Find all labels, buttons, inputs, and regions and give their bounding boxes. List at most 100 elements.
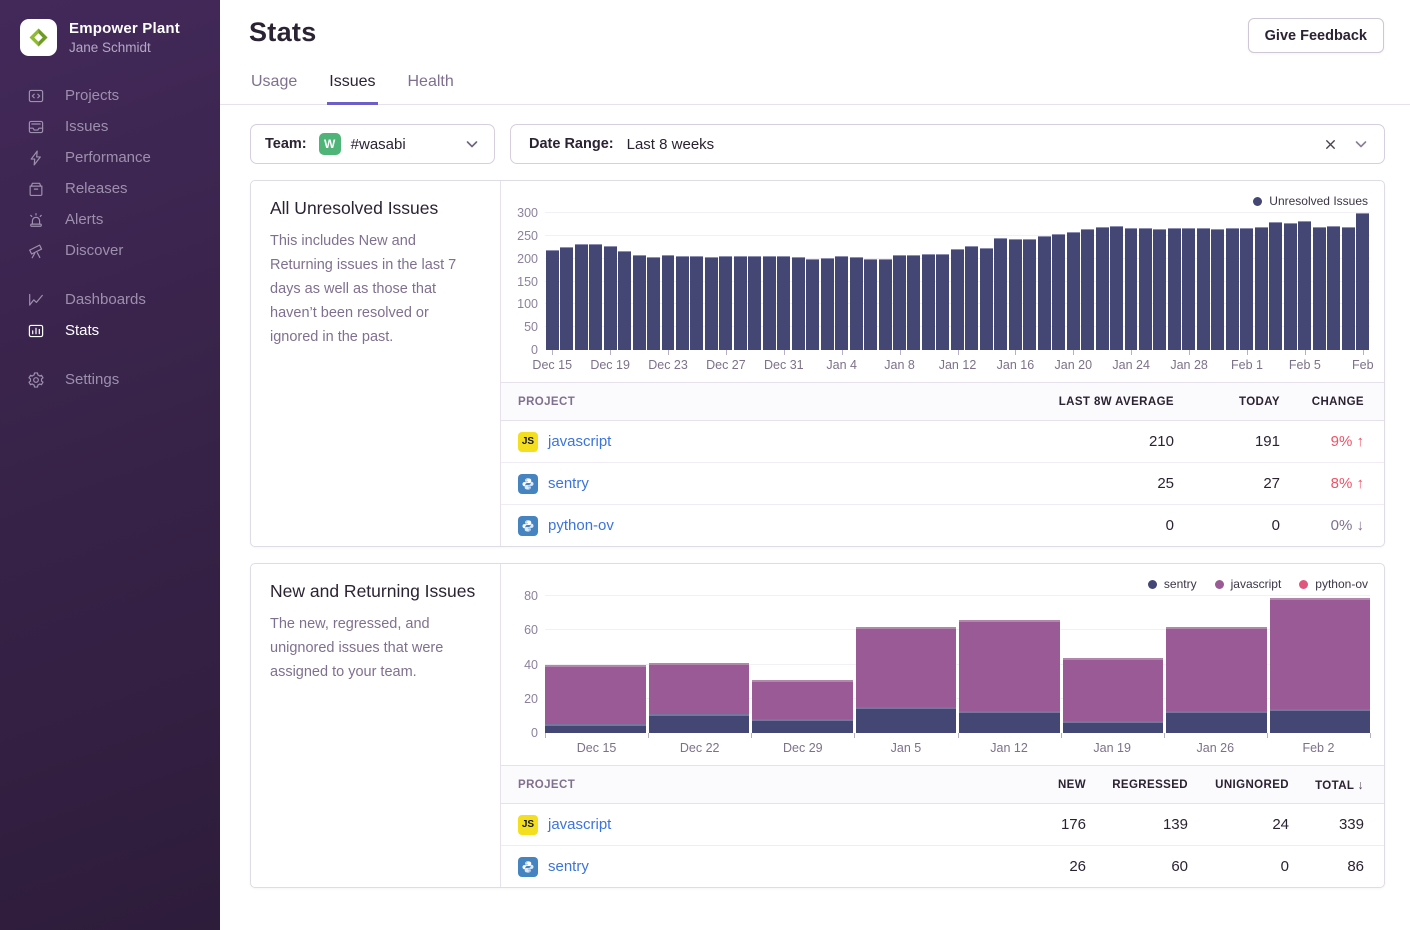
- bar: [1356, 213, 1369, 350]
- sidebar-item-dashboards[interactable]: Dashboards: [0, 284, 220, 315]
- bar: [1096, 227, 1109, 350]
- app-root: Empower Plant Jane Schmidt Projects Issue…: [0, 0, 1410, 930]
- project-link[interactable]: javascript: [548, 433, 611, 450]
- column-header-total[interactable]: TOTAL↓: [1289, 778, 1384, 792]
- sidebar-item-issues[interactable]: Issues: [0, 111, 220, 142]
- python-icon: [518, 857, 538, 877]
- legend-item-sentry[interactable]: sentry: [1148, 577, 1197, 591]
- segment-sentry: [856, 707, 957, 733]
- project-link[interactable]: python-ov: [548, 517, 614, 534]
- project-link[interactable]: javascript: [548, 816, 611, 833]
- panel-title: All Unresolved Issues: [270, 198, 481, 219]
- x-tick: [648, 733, 649, 738]
- x-tick: [842, 350, 843, 355]
- sidebar-item-label: Issues: [65, 118, 108, 135]
- team-avatar: W: [319, 133, 341, 155]
- sidebar-item-projects[interactable]: Projects: [0, 80, 220, 111]
- x-axis-label: Feb 5: [1289, 358, 1321, 372]
- sidebar-nav: ProjectsIssuesPerformanceReleasesAlertsD…: [0, 80, 220, 395]
- segment-sentry: [959, 711, 1060, 733]
- main: Stats Give Feedback UsageIssuesHealth Te…: [220, 0, 1410, 930]
- x-axis-label: Jan 16: [997, 358, 1035, 372]
- date-range-value: Last 8 weeks: [627, 136, 715, 153]
- x-axis-label: Jan 5: [891, 741, 922, 755]
- project-link[interactable]: sentry: [548, 475, 589, 492]
- settings-icon: [27, 371, 45, 389]
- segment-javascript: [959, 620, 1060, 711]
- bar: [1226, 228, 1239, 350]
- sidebar-item-stats[interactable]: Stats: [0, 315, 220, 346]
- y-axis: 050100150200250300: [509, 213, 545, 350]
- sidebar-item-alerts[interactable]: Alerts: [0, 204, 220, 235]
- legend-label: Unresolved Issues: [1269, 194, 1368, 208]
- segment-sentry: [1063, 721, 1164, 733]
- legend-item-unresolved-issues[interactable]: Unresolved Issues: [1253, 194, 1368, 208]
- bar: [1153, 229, 1166, 350]
- legend-dot-icon: [1148, 580, 1157, 589]
- change-cell: 0% ↓: [1280, 517, 1384, 534]
- x-axis-label: Feb: [1352, 358, 1374, 372]
- bar: [879, 259, 892, 350]
- segment-javascript: [1166, 627, 1267, 711]
- filter-row: Team: W #wasabi Date Range: Last 8 weeks: [250, 124, 1385, 164]
- bar: [1110, 226, 1123, 350]
- panel-all-unresolved-issues: All Unresolved Issues This includes New …: [250, 180, 1385, 547]
- python-icon: [518, 474, 538, 494]
- date-range-filter[interactable]: Date Range: Last 8 weeks: [510, 124, 1385, 164]
- x-tick: [668, 350, 669, 355]
- x-axis-label: Jan 20: [1055, 358, 1093, 372]
- sidebar-item-discover[interactable]: Discover: [0, 235, 220, 266]
- bar: [748, 256, 761, 350]
- chart-legend: Unresolved Issues: [509, 191, 1368, 211]
- bar: [719, 256, 732, 350]
- panel-title: New and Returning Issues: [270, 581, 481, 602]
- bar: [922, 254, 935, 350]
- project-cell: sentry: [501, 857, 986, 877]
- x-axis-label: Jan 4: [826, 358, 857, 372]
- sidebar-item-performance[interactable]: Performance: [0, 142, 220, 173]
- segment-javascript: [649, 663, 750, 714]
- y-axis-label: 0: [531, 343, 538, 357]
- column-header-project: PROJECT: [501, 396, 1004, 408]
- bar: [1255, 227, 1268, 350]
- table-row: JSjavascript17613924339: [501, 804, 1384, 846]
- legend-item-python-ov[interactable]: python-ov: [1299, 577, 1368, 591]
- y-axis-label: 50: [524, 320, 538, 334]
- bar: [864, 259, 877, 350]
- bar-series: [545, 213, 1370, 350]
- sidebar-item-releases[interactable]: Releases: [0, 173, 220, 204]
- bar: [1081, 229, 1094, 350]
- segment-sentry: [545, 724, 646, 733]
- give-feedback-button[interactable]: Give Feedback: [1248, 18, 1384, 53]
- segment-sentry: [649, 714, 750, 733]
- x-tick: [1247, 350, 1248, 355]
- x-axis-label: Jan 12: [990, 741, 1028, 755]
- sidebar-item-settings[interactable]: Settings: [0, 364, 220, 395]
- chart-legend: sentry javascript python-ov: [509, 574, 1368, 594]
- dashboards-icon: [27, 291, 45, 309]
- performance-icon: [27, 149, 45, 167]
- column-header-today: TODAY: [1174, 396, 1280, 408]
- sort-desc-icon: ↓: [1357, 778, 1364, 792]
- table-row: JSjavascript2101919% ↑: [501, 421, 1384, 463]
- x-tick: [1164, 733, 1165, 738]
- team-filter[interactable]: Team: W #wasabi: [250, 124, 495, 164]
- bar: [690, 256, 703, 350]
- x-axis-label: Dec 19: [590, 358, 630, 372]
- x-tick: [958, 350, 959, 355]
- clear-icon[interactable]: [1321, 135, 1339, 153]
- tab-issues[interactable]: Issues: [327, 65, 377, 105]
- tab-usage[interactable]: Usage: [249, 65, 299, 105]
- project-link[interactable]: sentry: [548, 858, 589, 875]
- org-switcher[interactable]: Empower Plant Jane Schmidt: [0, 0, 220, 80]
- segment-javascript: [1063, 658, 1164, 721]
- y-axis-label: 250: [517, 229, 538, 243]
- column-header-new: NEW: [986, 779, 1086, 791]
- legend-item-javascript[interactable]: javascript: [1215, 577, 1282, 591]
- legend-label: sentry: [1164, 577, 1197, 591]
- bar: [1009, 239, 1022, 350]
- column-header-last-8w-average: LAST 8W AVERAGE: [1004, 396, 1174, 408]
- tab-health[interactable]: Health: [406, 65, 456, 105]
- x-axis: Dec 15Dec 19Dec 23Dec 27Dec 31Jan 4Jan 8…: [545, 350, 1370, 377]
- sidebar-item-label: Dashboards: [65, 291, 146, 308]
